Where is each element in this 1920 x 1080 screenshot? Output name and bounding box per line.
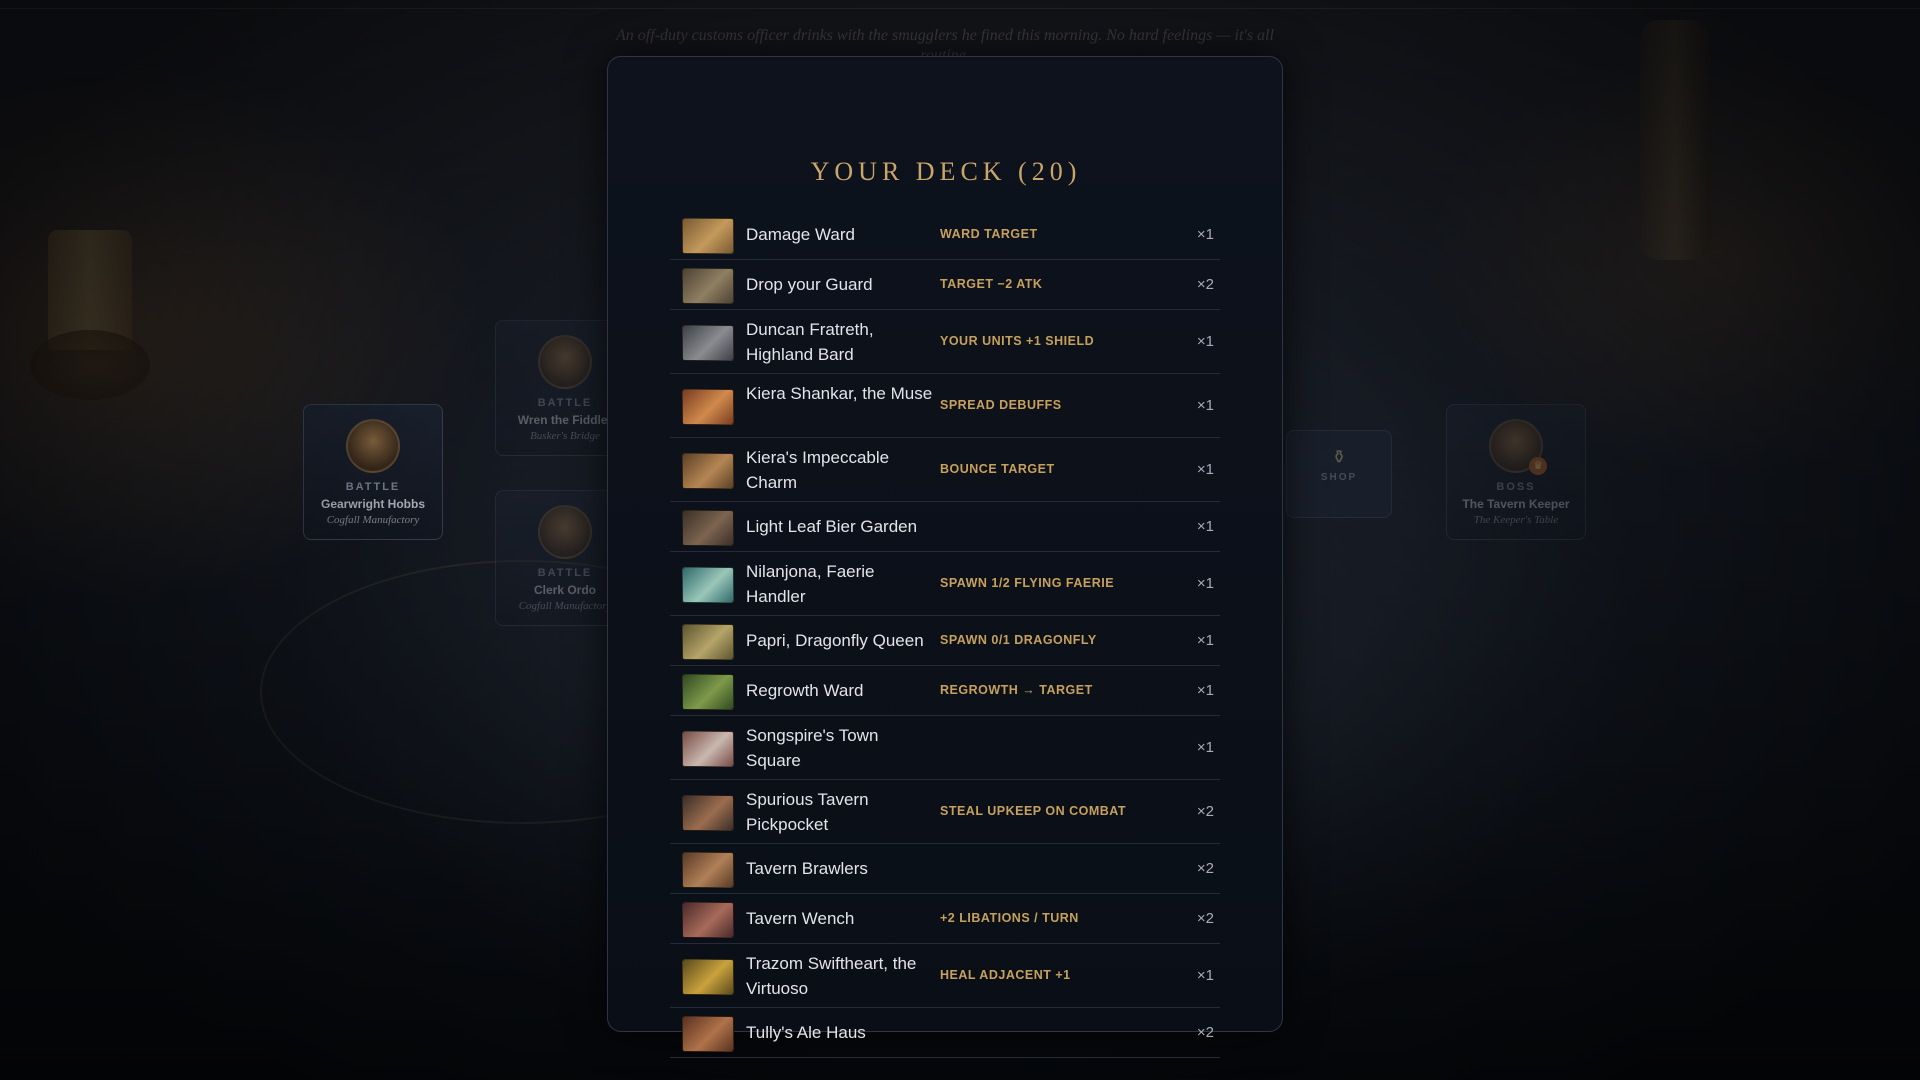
- node-name: The Tavern Keeper: [1462, 497, 1570, 511]
- card-art-thumbnail: [682, 1016, 734, 1052]
- card-art-thumbnail: [682, 325, 734, 361]
- card-ability: SPREAD DEBUFFS: [940, 398, 1062, 412]
- card-name: Trazom Swiftheart, the Virtuoso: [746, 954, 917, 998]
- deck-card-row[interactable]: Spurious Tavern Pickpocket STEAL UPKEEP O…: [670, 780, 1220, 844]
- card-count: ×2: [1196, 276, 1214, 293]
- game-screen: An off-duty customs officer drinks with …: [0, 0, 1920, 1080]
- enemy-portrait: [538, 505, 592, 559]
- card-art-thumbnail: [682, 902, 734, 938]
- card-name: Nilanjona, Faerie Handler: [746, 562, 875, 606]
- card-count: ×1: [1196, 967, 1214, 984]
- card-count: ×2: [1196, 1024, 1214, 1041]
- deck-title: YOUR DECK (20): [810, 157, 1082, 186]
- card-name: Drop your Guard: [746, 275, 873, 294]
- card-name: Papri, Dragonfly Queen: [746, 631, 924, 650]
- enemy-portrait: [346, 419, 400, 473]
- card-ability: SPAWN 0/1 DRAGONFLY: [940, 633, 1097, 647]
- deck-card-row[interactable]: Songspire's Town Square ×1: [670, 716, 1220, 780]
- card-count: ×1: [1196, 518, 1214, 535]
- crown-icon: ♛: [1529, 457, 1547, 475]
- deck-card-row[interactable]: Tully's Ale Haus ×2: [670, 1008, 1220, 1058]
- candle-holder-decor: [30, 330, 150, 400]
- card-art-thumbnail: [682, 268, 734, 304]
- map-node-shop[interactable]: ⚱ SHOP: [1286, 430, 1392, 518]
- pillar-decor: [1640, 20, 1710, 260]
- deck-card-row[interactable]: Tavern Brawlers ×2: [670, 844, 1220, 894]
- card-art-thumbnail: [682, 218, 734, 254]
- card-ability: SPAWN 1/2 FLYING FAERIE: [940, 576, 1115, 590]
- deck-card-row[interactable]: Damage Ward WARD TARGET ×1: [670, 210, 1220, 260]
- card-count: ×1: [1196, 575, 1214, 592]
- card-name: Tavern Brawlers: [746, 859, 868, 878]
- card-count: ×2: [1196, 803, 1214, 820]
- card-name: Spurious Tavern Pickpocket: [746, 790, 869, 834]
- node-type: BOSS: [1496, 481, 1536, 493]
- node-location: Cogfall Manufactory: [326, 514, 420, 526]
- card-name: Tully's Ale Haus: [746, 1023, 866, 1042]
- deck-card-row[interactable]: Regrowth Ward REGROWTH → TARGET ×1: [670, 666, 1220, 716]
- card-count: ×1: [1196, 461, 1214, 478]
- card-art-thumbnail: [682, 624, 734, 660]
- card-ability: HEAL ADJACENT +1: [940, 968, 1071, 982]
- card-art-thumbnail: [682, 731, 734, 767]
- deck-card-row[interactable]: Kiera Shankar, the Muse SPREAD DEBUFFS ×1: [670, 374, 1220, 438]
- card-art-thumbnail: [682, 674, 734, 710]
- card-count: ×1: [1196, 739, 1214, 756]
- card-count: ×1: [1196, 397, 1214, 414]
- deck-card-row[interactable]: Light Leaf Bier Garden ×1: [670, 502, 1220, 552]
- card-art-thumbnail: [682, 567, 734, 603]
- card-name: Tavern Wench: [746, 909, 855, 928]
- card-ability: YOUR UNITS +1 SHIELD: [940, 334, 1095, 348]
- card-count: ×1: [1196, 682, 1214, 699]
- card-name: Songspire's Town Square: [746, 726, 879, 770]
- card-ability: TARGET −2 ATK: [940, 277, 1043, 291]
- deck-card-row[interactable]: Drop your Guard TARGET −2 ATK ×2: [670, 260, 1220, 310]
- node-location: The Keeper's Table: [1473, 514, 1559, 526]
- deck-card-row[interactable]: Nilanjona, Faerie Handler SPAWN 1/2 FLYIN…: [670, 552, 1220, 616]
- card-name: Kiera's Impeccable Charm: [746, 448, 890, 492]
- card-name: Kiera Shankar, the Muse: [746, 384, 933, 403]
- card-count: ×2: [1196, 910, 1214, 927]
- node-type: BATTLE: [345, 481, 401, 493]
- card-name: Duncan Fratreth, Highland Bard: [746, 320, 874, 364]
- card-art-thumbnail: [682, 852, 734, 888]
- card-name: Regrowth Ward: [746, 681, 864, 700]
- map-node-battle-gearwright[interactable]: BATTLE Gearwright Hobbs Cogfall Manufact…: [303, 404, 443, 540]
- deck-modal: YOUR DECK (20) Damage Ward WARD TARGET ×1 D…: [607, 56, 1283, 1058]
- card-name: Light Leaf Bier Garden: [746, 517, 918, 536]
- card-art-thumbnail: [682, 795, 734, 831]
- card-ability: REGROWTH → TARGET: [940, 683, 1093, 697]
- enemy-portrait: [538, 335, 592, 389]
- node-name: Gearwright Hobbs: [320, 497, 425, 511]
- card-name: Damage Ward: [746, 225, 855, 244]
- card-ability: WARD TARGET: [940, 227, 1038, 241]
- card-art-thumbnail: [682, 510, 734, 546]
- deck-card-list: Damage Ward WARD TARGET ×1 Drop your Guard T…: [670, 210, 1220, 1058]
- card-art-thumbnail: [682, 453, 734, 489]
- shop-icon: ⚱: [1331, 447, 1347, 467]
- card-art-thumbnail: [682, 389, 734, 425]
- deck-card-row[interactable]: Kiera's Impeccable Charm BOUNCE TARGET ×1: [670, 438, 1220, 502]
- card-ability: STEAL UPKEEP ON COMBAT: [940, 804, 1127, 818]
- deck-card-row[interactable]: Papri, Dragonfly Queen SPAWN 0/1 DRAGONFL…: [670, 616, 1220, 666]
- card-count: ×1: [1196, 632, 1214, 649]
- card-count: ×2: [1196, 860, 1214, 877]
- card-ability: +2 LIBATIONS / TURN: [940, 911, 1079, 925]
- card-count: ×1: [1196, 333, 1214, 350]
- card-ability: BOUNCE TARGET: [940, 462, 1055, 476]
- card-count: ×1: [1196, 226, 1214, 243]
- map-node-boss[interactable]: ♛ BOSS The Tavern Keeper The Keeper's Ta…: [1446, 404, 1586, 540]
- card-art-thumbnail: [682, 959, 734, 995]
- shop-label: SHOP: [1320, 472, 1358, 483]
- deck-card-row[interactable]: Tavern Wench +2 LIBATIONS / TURN ×2: [670, 894, 1220, 944]
- deck-card-row[interactable]: Trazom Swiftheart, the Virtuoso HEAL ADJA…: [670, 944, 1220, 1008]
- deck-card-row[interactable]: Duncan Fratreth, Highland Bard YOUR UNITS…: [670, 310, 1220, 374]
- top-divider: [0, 8, 1920, 9]
